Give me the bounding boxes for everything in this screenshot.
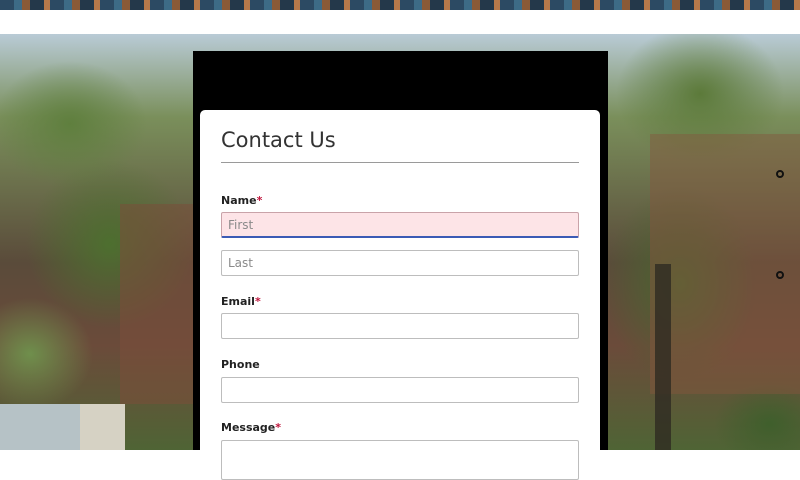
header-strip bbox=[0, 10, 800, 34]
first-name-input[interactable] bbox=[221, 212, 579, 238]
title-divider bbox=[221, 162, 579, 163]
required-mark: * bbox=[275, 421, 282, 434]
message-label-text: Message bbox=[221, 421, 276, 434]
name-label-text: Name bbox=[221, 194, 257, 207]
top-banner bbox=[0, 0, 800, 10]
form-title: Contact Us bbox=[221, 128, 336, 152]
contact-form: Contact Us Name* Email* Phone Message* bbox=[200, 110, 600, 480]
phone-input[interactable] bbox=[221, 377, 579, 403]
phone-label: Phone bbox=[221, 358, 260, 371]
brick-wall bbox=[120, 204, 200, 404]
email-label: Email* bbox=[221, 295, 261, 308]
email-label-text: Email bbox=[221, 295, 255, 308]
last-name-input[interactable] bbox=[221, 250, 579, 276]
tree-trunk bbox=[655, 264, 671, 450]
message-label: Message* bbox=[221, 421, 281, 434]
required-mark: * bbox=[254, 295, 261, 308]
sign-edge bbox=[80, 404, 125, 450]
message-textarea[interactable] bbox=[221, 440, 579, 480]
slide-dot-2[interactable] bbox=[776, 271, 784, 279]
email-input[interactable] bbox=[221, 313, 579, 339]
slide-dot-1[interactable] bbox=[776, 170, 784, 178]
name-label: Name* bbox=[221, 194, 262, 207]
required-mark: * bbox=[256, 194, 263, 207]
